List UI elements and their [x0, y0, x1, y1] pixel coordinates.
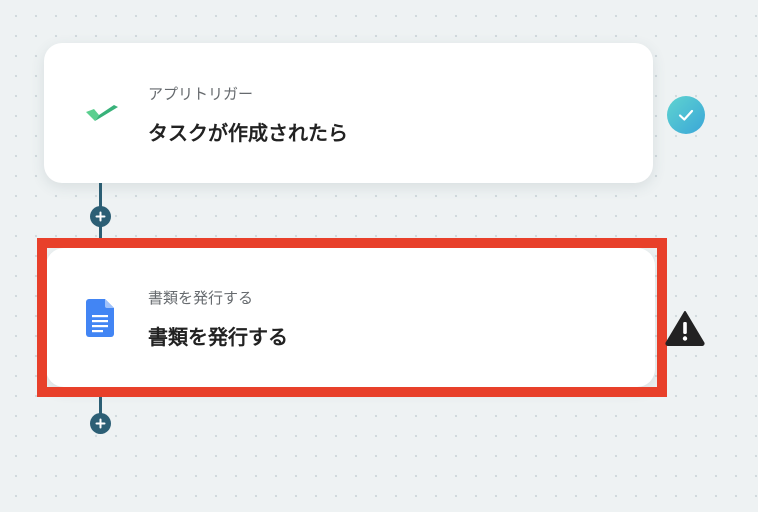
check-circle-icon [667, 96, 705, 134]
plus-icon [95, 211, 106, 222]
flow-step-issue-document-card[interactable]: 書類を発行する 書類を発行する [46, 248, 655, 387]
warning-triangle-icon [665, 310, 705, 346]
app-trigger-check-icon [84, 93, 120, 133]
add-step-button[interactable] [90, 413, 111, 434]
add-step-button[interactable] [90, 206, 111, 227]
step-title: タスクが作成されたら [148, 121, 348, 145]
step-caption: 書類を発行する [148, 289, 254, 307]
google-docs-icon [82, 298, 118, 338]
step-caption: アプリトリガー [148, 85, 254, 103]
plus-icon [95, 418, 106, 429]
step-title: 書類を発行する [148, 325, 288, 349]
flow-step-trigger-card[interactable]: アプリトリガー タスクが作成されたら [44, 43, 653, 183]
